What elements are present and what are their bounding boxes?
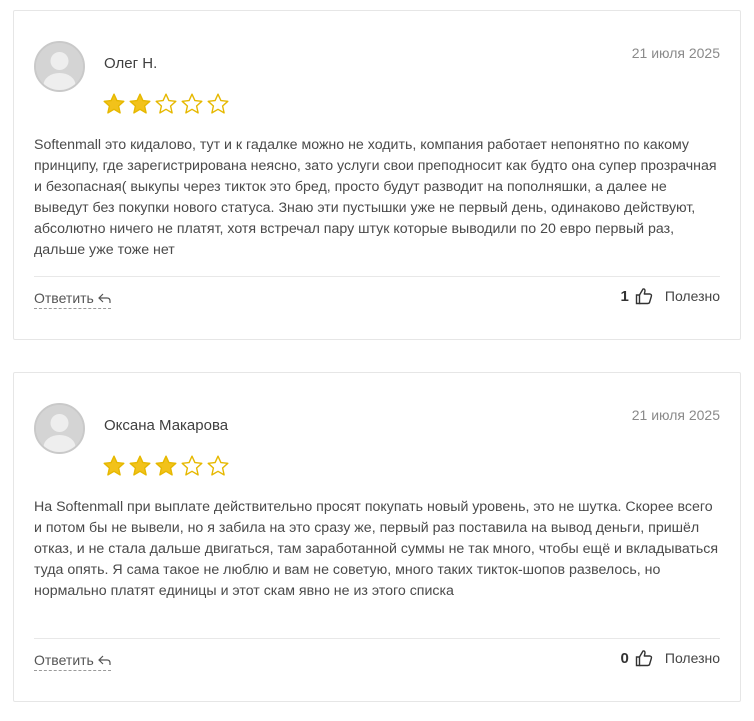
helpful-button[interactable]: 0 Полезно bbox=[621, 649, 720, 667]
helpful-count: 0 bbox=[620, 649, 629, 667]
avatar-icon bbox=[34, 403, 85, 454]
star-empty-icon bbox=[155, 93, 177, 114]
rating-stars bbox=[102, 454, 230, 478]
rating-stars bbox=[102, 92, 230, 116]
helpful-label: Полезно bbox=[664, 288, 720, 304]
reply-arrow-icon bbox=[97, 293, 111, 303]
star-filled-icon bbox=[103, 455, 125, 476]
review-card: Оксана Макарова 21 июля 2025 На Softenma… bbox=[13, 372, 741, 702]
helpful-count: 1 bbox=[620, 287, 629, 305]
reply-arrow-icon bbox=[97, 655, 111, 665]
review-text: Softenmall это кидалово, тут и к гадалке… bbox=[34, 137, 717, 258]
reply-label: Ответить bbox=[34, 652, 94, 668]
star-empty-icon bbox=[181, 455, 203, 476]
review-author: Олег Н. bbox=[104, 55, 158, 72]
thumbs-up-icon bbox=[635, 650, 653, 667]
reply-label: Ответить bbox=[34, 290, 94, 306]
divider bbox=[34, 276, 720, 277]
review-text: На Softenmall при выплате действительно … bbox=[34, 499, 719, 599]
review-date: 21 июля 2025 bbox=[631, 407, 720, 423]
thumbs-up-icon bbox=[635, 288, 653, 305]
star-filled-icon bbox=[103, 93, 125, 114]
review-date: 21 июля 2025 bbox=[631, 45, 720, 61]
star-empty-icon bbox=[207, 93, 229, 114]
star-empty-icon bbox=[207, 455, 229, 476]
star-filled-icon bbox=[129, 93, 151, 114]
helpful-button[interactable]: 1 Полезно bbox=[621, 287, 720, 305]
star-filled-icon bbox=[155, 455, 177, 476]
reply-button[interactable]: Ответить bbox=[34, 290, 111, 309]
helpful-label: Полезно bbox=[664, 650, 720, 666]
divider bbox=[34, 638, 720, 639]
review-author: Оксана Макарова bbox=[104, 417, 229, 434]
reply-button[interactable]: Ответить bbox=[34, 652, 111, 671]
review-card: Олег Н. 21 июля 2025 Softenmall это кида… bbox=[13, 10, 741, 340]
star-empty-icon bbox=[181, 93, 203, 114]
star-filled-icon bbox=[129, 455, 151, 476]
avatar-icon bbox=[34, 41, 85, 92]
